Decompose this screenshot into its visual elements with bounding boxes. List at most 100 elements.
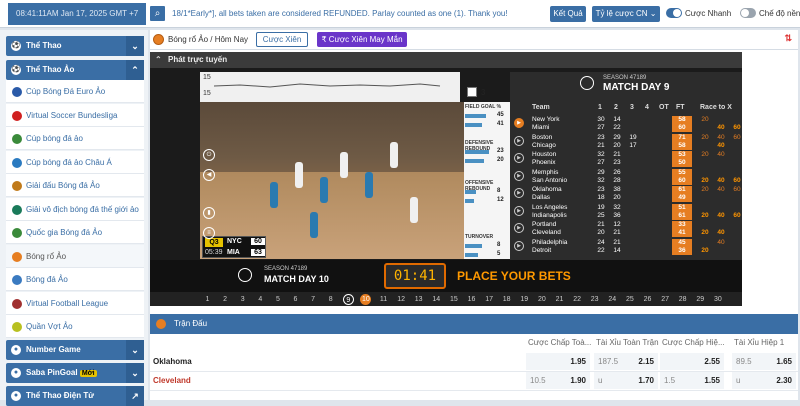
stat-bar bbox=[465, 114, 486, 118]
search-icon[interactable]: ⌕ bbox=[150, 6, 165, 21]
timeline-match[interactable]: 5 bbox=[272, 294, 283, 305]
odds-value: 1.70 bbox=[638, 376, 654, 385]
tab-parlay[interactable]: Cược Xiên bbox=[256, 32, 308, 47]
play-icon[interactable]: ▶ bbox=[514, 135, 524, 146]
stream-header[interactable]: ⌃ Phát trực tuyến bbox=[150, 52, 742, 68]
sidebar-item[interactable]: Quốc gia Bóng đá Ảo bbox=[6, 221, 144, 244]
timeline-match[interactable]: 2 bbox=[220, 294, 231, 305]
tab-lucky-parlay[interactable]: ₹ Cược Xiên May Mắn bbox=[317, 32, 407, 47]
play-icon[interactable]: ▶ bbox=[514, 170, 524, 181]
timeline-match[interactable]: 24 bbox=[607, 294, 618, 305]
chevron-icon[interactable]: ⌄ bbox=[126, 340, 144, 360]
board-match-row[interactable]: ▶ Oklahoma Dallas 23 18 38 20 61 49 20 40 60 bbox=[510, 186, 742, 202]
timeline-match[interactable]: 1 bbox=[202, 294, 213, 305]
timeline-match[interactable]: 26 bbox=[642, 294, 653, 305]
timeline-match[interactable]: 20 bbox=[536, 294, 547, 305]
chevron-icon[interactable]: ⌄ bbox=[126, 363, 144, 383]
timeline-match[interactable]: 13 bbox=[413, 294, 424, 305]
sidebar-section-bottom-2[interactable]: ● Thể Thao Điện Tử ↗ bbox=[6, 386, 144, 406]
sidebar-section-1[interactable]: ⚽ Thể Thao Ảo ⌃ bbox=[6, 60, 144, 80]
play-icon[interactable]: ▶ bbox=[514, 205, 524, 216]
fast-bet-toggle[interactable] bbox=[666, 8, 682, 18]
play-icon[interactable]: ▶ bbox=[514, 223, 524, 233]
board-match-row[interactable]: ▶ Boston Chicago 23 21 29 20 19 17 71 58 20 40 60 40 bbox=[510, 133, 742, 150]
volume-icon[interactable]: ◀ bbox=[203, 169, 215, 181]
sidebar-item[interactable]: Virtual Football League bbox=[6, 291, 144, 315]
sidebar-section-0[interactable]: ⚽ Thể Thao ⌄ bbox=[6, 36, 144, 56]
timeline-match[interactable]: 12 bbox=[396, 294, 407, 305]
timeline-match[interactable]: 28 bbox=[677, 294, 688, 305]
timeline-match[interactable]: 21 bbox=[554, 294, 565, 305]
timeline-match[interactable]: 22 bbox=[572, 294, 583, 305]
bets-match-day: MATCH DAY 10 bbox=[264, 274, 329, 284]
stat-value-2: 12 bbox=[497, 197, 504, 203]
score-ft-away: 60 bbox=[678, 124, 686, 131]
timeline-match[interactable]: 19 bbox=[519, 294, 530, 305]
timeline-match[interactable]: 29 bbox=[695, 294, 706, 305]
board-match-row[interactable]: ▶ Philadelphia Detroit 24 22 21 14 45 36 40 20 bbox=[510, 238, 742, 255]
board-match-row[interactable]: ▶ New York Miami 30 27 14 22 58 60 20 40 60 bbox=[510, 116, 742, 132]
odds-type-select[interactable]: Tỷ lệ cược CN ⌄ bbox=[592, 6, 660, 22]
score-q2: 36 bbox=[613, 211, 621, 219]
timeline-match[interactable]: 10 bbox=[360, 294, 372, 305]
play-icon[interactable]: ▶ bbox=[514, 118, 524, 128]
chevron-icon[interactable]: ⌃ bbox=[126, 60, 144, 80]
score-ft: 55 60 bbox=[672, 168, 692, 185]
board-match-row[interactable]: ▶ Memphis San Antonio 29 32 26 28 55 60 20 40 60 bbox=[510, 168, 742, 185]
odds-cell[interactable]: u 2.30 bbox=[732, 372, 796, 389]
sidebar-item[interactable]: Cúp Bóng Đá Euro Ảo bbox=[6, 80, 144, 103]
sidebar-item[interactable]: Cúp bóng đá ảo Châu Á bbox=[6, 150, 144, 174]
timeline-match[interactable]: 4 bbox=[255, 294, 266, 305]
timeline-match[interactable]: 11 bbox=[378, 294, 389, 305]
odds-cell[interactable]: 2.55 bbox=[660, 353, 724, 370]
sort-icon[interactable]: ⇅ bbox=[784, 33, 792, 44]
score-q3: 19 bbox=[629, 133, 637, 141]
play-icon[interactable]: ▶ bbox=[514, 153, 524, 163]
timeline-match[interactable]: 18 bbox=[501, 294, 512, 305]
odds-cell[interactable]: u 1.70 bbox=[594, 372, 658, 389]
stats-icon[interactable]: ▮ bbox=[203, 207, 215, 219]
timeline-match[interactable]: 23 bbox=[589, 294, 600, 305]
timeline-match[interactable]: 27 bbox=[660, 294, 671, 305]
timeline-match[interactable]: 8 bbox=[325, 294, 336, 305]
score-ft-home: 53 bbox=[678, 151, 686, 158]
sidebar-item[interactable]: Bóng đá Ảo bbox=[6, 268, 144, 291]
timeline-match[interactable]: 14 bbox=[431, 294, 442, 305]
timeline-match[interactable]: 3 bbox=[237, 294, 248, 305]
game-video[interactable]: Q3 05:39 NYC 60 MIA 63 bbox=[200, 102, 464, 259]
sidebar-item[interactable]: Bóng rổ Ảo bbox=[6, 244, 144, 268]
odds-cell[interactable]: 10.5 1.90 bbox=[526, 372, 590, 389]
odds-cell[interactable]: 89.5 1.65 bbox=[732, 353, 796, 370]
timeline-match[interactable]: 16 bbox=[466, 294, 477, 305]
odds-line: 10.5 bbox=[530, 376, 546, 385]
board-match-row[interactable]: ▶ Portland Cleveland 21 20 12 21 33 41 20 40 bbox=[510, 221, 742, 237]
chevron-icon[interactable]: ⌄ bbox=[126, 36, 144, 56]
power-icon[interactable]: ⏻ bbox=[203, 149, 215, 161]
timeline-match[interactable]: 15 bbox=[448, 294, 459, 305]
play-icon[interactable]: ▶ bbox=[514, 188, 524, 198]
sidebar-item[interactable]: Giải đấu Bóng đá Ảo bbox=[6, 174, 144, 197]
results-button[interactable]: Kết Quả bbox=[550, 6, 586, 22]
timeline-match[interactable]: 30 bbox=[712, 294, 723, 305]
timeline-match[interactable]: 6 bbox=[290, 294, 301, 305]
board-match-row[interactable]: ▶ Los Angeles Indianapolis 19 25 32 36 51 61 20 40… bbox=[510, 203, 742, 220]
mode-toggle[interactable] bbox=[740, 8, 756, 18]
sidebar-item[interactable]: Cúp bóng đá ảo bbox=[6, 127, 144, 150]
sidebar-item[interactable]: Quần Vợt Ảo bbox=[6, 315, 144, 338]
list-icon[interactable]: ≡ bbox=[203, 227, 215, 239]
sidebar-section-bottom-0[interactable]: ● Number Game ⌄ bbox=[6, 340, 144, 360]
odds-cell[interactable]: 1.95 bbox=[526, 353, 590, 370]
sidebar-item[interactable]: Giải vô địch bóng đá thế giới ảo bbox=[6, 197, 144, 221]
score-q3: 17 bbox=[629, 141, 637, 149]
timeline-match[interactable]: 7 bbox=[308, 294, 319, 305]
timeline-match[interactable]: 25 bbox=[624, 294, 635, 305]
play-icon[interactable]: ▶ bbox=[514, 240, 524, 251]
sidebar-section-bottom-1[interactable]: ● Saba PinGoal Mới ⌄ bbox=[6, 363, 144, 383]
odds-cell[interactable]: 187.5 2.15 bbox=[594, 353, 658, 370]
sidebar-item[interactable]: Virtual Soccer Bundesliga bbox=[6, 103, 144, 127]
odds-cell[interactable]: 1.5 1.55 bbox=[660, 372, 724, 389]
timeline-match[interactable]: 9 bbox=[342, 294, 354, 305]
timeline-match[interactable]: 17 bbox=[484, 294, 495, 305]
board-match-row[interactable]: ▶ Houston Phoenix 32 27 21 23 53 50 20 40 bbox=[510, 151, 742, 167]
chevron-icon[interactable]: ↗ bbox=[126, 386, 144, 406]
